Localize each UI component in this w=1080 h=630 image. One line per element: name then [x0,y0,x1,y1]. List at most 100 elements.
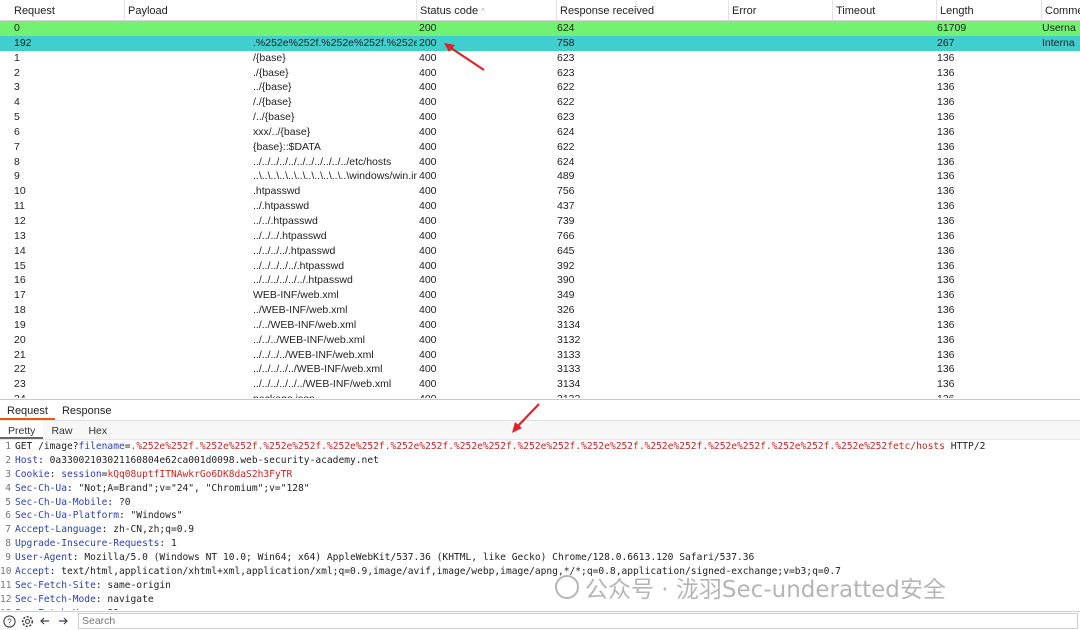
table-row[interactable]: 17 WEB-INF/web.xml 400 349 136 [0,288,1080,303]
header-name: filename [78,441,125,452]
tab-response[interactable]: Response [55,400,119,420]
cell-timeout [833,155,937,170]
cell-comment [1042,333,1080,348]
cell-request: 3 [14,81,20,94]
cell-error [729,333,833,348]
plain-text: : "Windows" [118,510,183,522]
cell-error [729,199,833,214]
table-row[interactable]: 7 {base}::$DATA 400 622 136 [0,140,1080,155]
request-line-code: Sec-Ch-Ua-Mobile: ?0 [14,496,131,510]
cell-error [729,169,833,184]
search-input[interactable] [78,613,1078,629]
cell-status-code: 400 [419,170,437,183]
header-name: Cookie [15,468,50,480]
table-row[interactable]: 192 .%252e%252f.%252e%252f.%252e%252f.%25… [0,35,1080,51]
request-line-code: Sec-Fetch-Mode: navigate [14,593,154,607]
request-line: 4 Sec-Ch-Ua: "Not;A=Brand";v="24", "Chrom… [0,482,1080,496]
table-row[interactable]: 13 ../../../.htpasswd 400 766 136 [0,229,1080,244]
cell-response-received: 3132 [557,392,729,398]
cell-timeout [833,214,937,229]
column-header-error[interactable]: Error [729,0,833,20]
cell-payload: .%252e%252f.%252e%252f.%252e%252f.%252e%… [253,36,417,49]
cell-error [729,229,833,244]
table-row[interactable]: 23 ../../../../../../WEB-INF/web.xml 400 31… [0,377,1080,392]
plain-text: GET /image? [15,441,79,452]
column-header-payload[interactable]: Payload [125,0,417,20]
table-row[interactable]: 1/{base} 400 623 136 [0,51,1080,66]
cell-length: 61709 [937,22,967,34]
table-row[interactable]: 0 200 624 61709 Userna [0,21,1080,36]
cell-status-code: 400 [419,318,437,331]
bottom-toolbar: ? [0,611,1080,630]
cell-comment [1042,214,1080,229]
cell-status-code: 400 [419,96,437,109]
header-name: Sec-Ch-Ua-Platform [15,510,119,522]
cell-timeout [833,125,937,140]
cell-payload: /../{base} [253,111,295,124]
table-row[interactable]: 11 ../.htpasswd 400 437 136 [0,199,1080,214]
plain-text: : ?0 [107,496,131,508]
cell-request: 7 [14,140,20,153]
table-row[interactable]: 18 ../WEB-INF/web.xml 400 326 136 [0,303,1080,318]
cell-status-code: 400 [419,304,437,317]
table-row[interactable]: 14 ../../../../.htpasswd 400 645 136 [0,244,1080,259]
column-header-timeout[interactable]: Timeout [833,0,937,20]
cell-error [729,214,833,229]
table-row[interactable]: 20 ../../../WEB-INF/web.xml 400 3132 136 [0,333,1080,348]
request-line: 1 GET /image?filename=.%252e%252f.%252e%2… [0,440,1080,454]
cell-timeout [833,95,937,110]
cell-timeout [833,333,937,348]
table-row[interactable]: 5 /../{base} 400 623 136 [0,110,1080,125]
cell-payload: ../../../../../WEB-INF/web.xml [253,363,383,376]
tab-raw[interactable]: Raw [43,421,80,439]
cell-error [729,66,833,81]
line-number: 13 [0,607,14,610]
table-row[interactable]: 2 ./{base} 400 623 136 [0,66,1080,81]
line-number: 1 [5,441,11,452]
back-arrow-icon[interactable] [36,612,54,630]
table-row[interactable]: 8 ../../../../../../../../../../../etc/ho… [0,155,1080,170]
header-name: Accept-Language [15,524,102,536]
table-row[interactable]: 24package.json4003132 136 [0,392,1080,398]
column-header-status-label: Status code [420,5,479,17]
red-arrow-annotation-table [444,43,485,71]
cell-request: 1 [14,51,20,64]
help-icon[interactable]: ? [0,612,18,630]
table-row[interactable]: 4 /./{base} 400 622 136 [0,95,1080,110]
column-header-comment[interactable]: Comment [1042,0,1080,20]
table-row[interactable]: 10 .htpasswd 400 756 136 [0,184,1080,199]
tab-request[interactable]: Request [0,400,55,420]
plain-text: : 1 [159,538,177,550]
table-row[interactable]: 21 ../../../../WEB-INF/web.xml 400 3133 136 [0,348,1080,363]
column-header-response-received[interactable]: Response received [557,0,729,20]
column-header-length[interactable]: Length [937,0,1042,20]
forward-arrow-icon[interactable] [54,612,72,630]
cell-response-received: 624 [557,125,575,138]
table-row[interactable]: 3 ../{base} 400 622 136 [0,80,1080,95]
tab-pretty[interactable]: Pretty [0,421,44,439]
table-row[interactable]: 16 ../../../../../../.htpasswd 400 390 136 [0,273,1080,288]
cell-timeout [833,259,937,274]
cell-response-received: 766 [557,229,575,242]
cell-request: 16 [14,274,26,287]
table-row[interactable]: 6 xxx/../{base} 400 624 136 [0,125,1080,140]
table-row[interactable]: 12 ../../.htpasswd 400 739 136 [0,214,1080,229]
cell-request: 11 [14,200,25,213]
cell-timeout [833,199,937,214]
table-row[interactable]: 9 ..\..\..\..\..\..\..\..\..\..\..\window… [0,169,1080,184]
column-header-request[interactable]: Request [0,0,125,20]
cell-timeout [833,348,937,363]
table-row[interactable]: 22 ../../../../../WEB-INF/web.xml 400 3133 1… [0,362,1080,377]
settings-gear-icon[interactable] [18,612,36,630]
request-line: 13Sec-Fetch-User: ?1 [0,607,1080,610]
tab-hex[interactable]: Hex [80,421,115,439]
cell-status-code: 400 [419,259,437,272]
cell-request: 12 [14,214,26,227]
cell-timeout [833,377,937,392]
line-number: 6 [5,510,11,522]
cell-length: 136 [937,318,955,331]
cell-response-received: 622 [557,140,575,153]
table-row[interactable]: 15 ../../../../../.htpasswd 400 392 136 [0,259,1080,274]
column-header-status-code[interactable]: Status code ^ [417,0,557,20]
table-row[interactable]: 19 ../../WEB-INF/web.xml 400 3134 136 [0,318,1080,333]
